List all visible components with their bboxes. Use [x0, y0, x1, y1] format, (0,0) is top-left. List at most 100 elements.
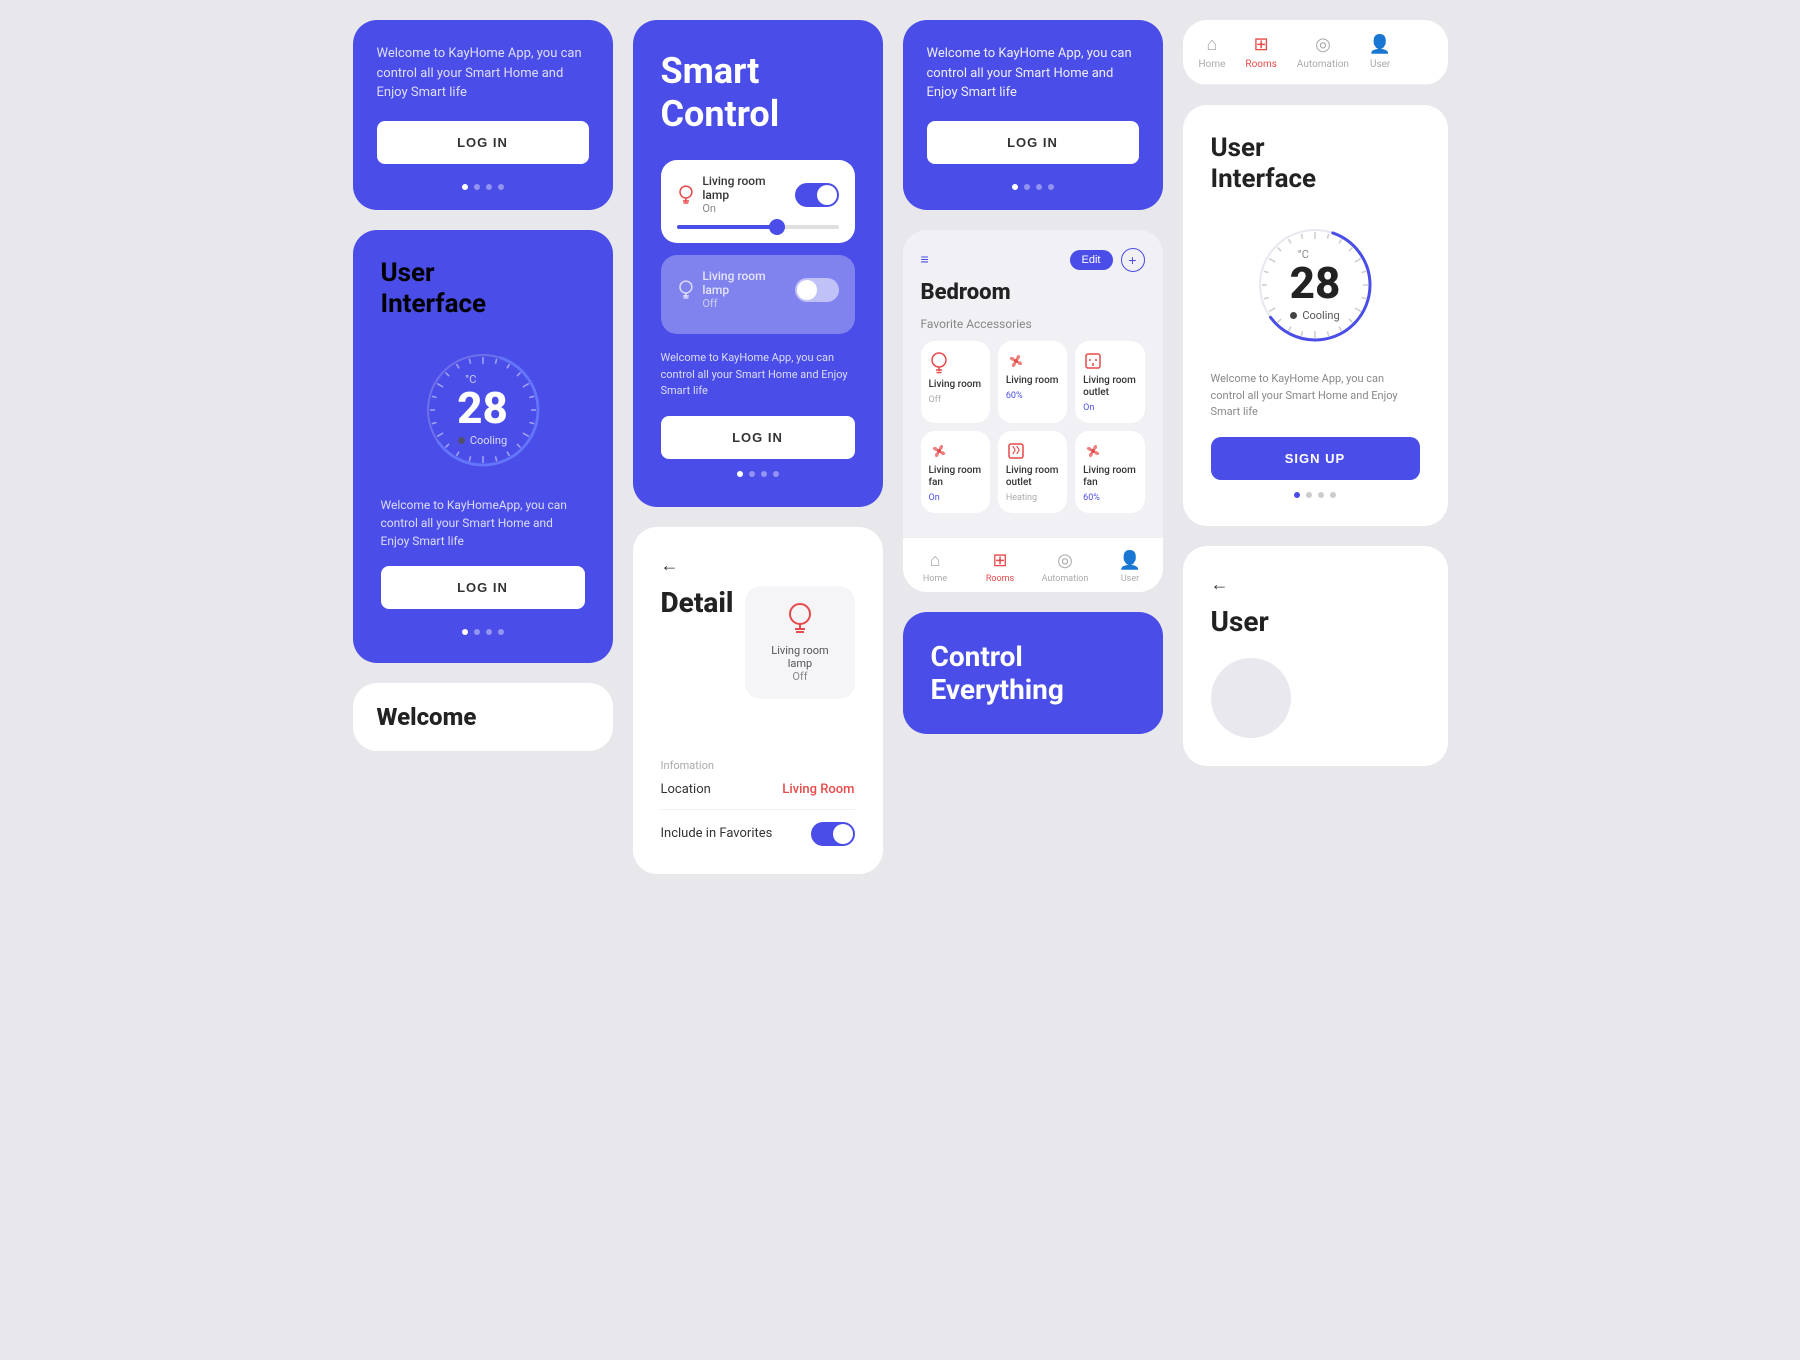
edit-button[interactable]: Edit	[1070, 250, 1113, 270]
rooms-nav-icon: ⊞	[992, 550, 1007, 571]
accessory-tile-outlet-heating[interactable]: Living room outlet Heating	[998, 431, 1067, 513]
dot	[1330, 492, 1336, 498]
slider-fill	[677, 225, 774, 229]
user-back-card: ← User	[1183, 546, 1448, 766]
acc-fan-icon-3	[1083, 441, 1103, 461]
user-nav-icon: 👤	[1119, 550, 1141, 571]
favorites-row: Include in Favorites	[661, 822, 855, 846]
login-button-2[interactable]: LOG IN	[381, 566, 585, 609]
rnav-rooms[interactable]: ⊞ Rooms	[1245, 34, 1277, 70]
nav-rooms[interactable]: ⊞ Rooms	[968, 550, 1033, 584]
acc-name-6: Living room fan	[1083, 465, 1136, 489]
dot	[474, 629, 480, 635]
dots-2	[381, 629, 585, 635]
dot	[474, 184, 480, 190]
detail-back-arrow[interactable]: ←	[661, 555, 855, 576]
welcome-card-3: Welcome to KayHome App, you can control …	[903, 20, 1163, 210]
dot	[1036, 184, 1042, 190]
gauge-center: °C 28 Cooling	[457, 373, 508, 447]
control-subtitle: Everything	[931, 673, 1135, 706]
device-name-row: Living room lamp On	[677, 174, 795, 215]
smart-login-button[interactable]: LOG IN	[661, 416, 855, 459]
bedroom-card: ≡ Edit + Bedroom Favorite Accessories	[903, 230, 1163, 592]
dot	[737, 471, 743, 477]
automation-nav-icon: ◎	[1057, 550, 1073, 571]
lamp-icon-on	[677, 184, 695, 206]
right-nav: ⌂ Home ⊞ Rooms ◎ Automation 👤 User	[1183, 20, 1448, 85]
device-preview-name: Living room lamp	[761, 644, 838, 670]
smart-control-card: Smart Control Living room lamp On	[633, 20, 883, 507]
acc-lamp-icon-1	[929, 351, 949, 375]
dot	[1012, 184, 1018, 190]
login-button-3[interactable]: LOG IN	[927, 121, 1139, 164]
accessory-tile-fan-60b[interactable]: Living room fan 60%	[1075, 431, 1144, 513]
bedroom-bottom-nav: ⌂ Home ⊞ Rooms ◎ Automation 👤 User	[903, 537, 1163, 592]
info-section-label: Infomation	[661, 759, 855, 772]
nav-automation[interactable]: ◎ Automation	[1033, 550, 1098, 584]
ui-welcome-text: Welcome to KayHome App, you can control …	[1211, 371, 1420, 421]
signup-button[interactable]: SIGN UP	[1211, 437, 1420, 480]
dot	[498, 629, 504, 635]
rnav-automation-icon: ◎	[1315, 34, 1331, 55]
acc-fan-icon-1	[1006, 351, 1026, 371]
rnav-automation[interactable]: ◎ Automation	[1297, 34, 1349, 70]
login-button-1[interactable]: LOG IN	[377, 121, 589, 164]
temperature-value: 28	[457, 386, 508, 430]
rnav-home-label: Home	[1199, 59, 1226, 70]
acc-name-3: Living room outlet	[1083, 375, 1136, 399]
device-preview-status: Off	[792, 670, 807, 683]
device-preview-icon	[785, 602, 815, 638]
device-name-row-off: Living room lamp Off	[677, 269, 795, 310]
toggle-lamp-off[interactable]	[795, 278, 839, 302]
dots-1	[377, 184, 589, 190]
ui-card-white: User Interface	[1183, 105, 1448, 526]
location-row: Location Living Room	[661, 782, 855, 810]
user-interface-card-blue: User Interface	[353, 230, 613, 663]
cooling-status: Cooling	[458, 434, 507, 447]
favorites-toggle[interactable]	[811, 822, 855, 846]
smart-dots	[661, 471, 855, 477]
welcome-text-3: Welcome to KayHome App, you can control …	[927, 44, 1139, 103]
user-back-arrow[interactable]: ←	[1211, 574, 1420, 595]
acc-status-6: 60%	[1083, 493, 1136, 503]
slider-thumb[interactable]	[769, 219, 785, 235]
nav-home[interactable]: ⌂ Home	[903, 550, 968, 584]
brightness-slider[interactable]	[677, 225, 839, 229]
rnav-home[interactable]: ⌂ Home	[1199, 34, 1226, 70]
user-nav-label: User	[1121, 574, 1139, 584]
welcome-big-text: Welcome	[377, 703, 477, 731]
status-dot-white	[1290, 312, 1297, 319]
accessory-tile-lamp-off[interactable]: Living room Off	[921, 341, 990, 423]
user-avatar	[1211, 658, 1291, 738]
bedroom-title: Bedroom	[921, 280, 1145, 305]
temperature-gauge: °C 28 Cooling	[381, 340, 585, 480]
smart-control-title: Smart Control	[661, 50, 855, 136]
welcome-text-1: Welcome to KayHome App, you can control …	[377, 44, 589, 103]
dot	[1294, 492, 1300, 498]
lamp-icon-off	[677, 279, 695, 301]
accessory-tile-fan-60[interactable]: Living room 60%	[998, 341, 1067, 423]
dot	[498, 184, 504, 190]
nav-user[interactable]: 👤 User	[1098, 550, 1163, 584]
rnav-user[interactable]: 👤 User	[1369, 34, 1391, 70]
device-preview: Living room lamp Off	[745, 586, 854, 699]
cooling-status-white: Cooling	[1290, 309, 1339, 322]
bedroom-content: ≡ Edit + Bedroom Favorite Accessories	[903, 230, 1163, 537]
accessory-tile-outlet-on[interactable]: Living room outlet On	[1075, 341, 1144, 423]
dot	[486, 629, 492, 635]
device-name-off: Living room lamp	[702, 269, 794, 297]
dot	[462, 184, 468, 190]
accessories-grid: Living room Off Living room 60%	[921, 341, 1145, 513]
toggle-lamp-on[interactable]	[795, 183, 839, 207]
dot	[462, 629, 468, 635]
add-button[interactable]: +	[1121, 248, 1145, 272]
location-key: Location	[661, 782, 711, 797]
welcome-bottom-card: Welcome	[353, 683, 613, 751]
temp-value-white: 28	[1290, 261, 1341, 305]
favorites-label: Favorite Accessories	[921, 317, 1145, 331]
device-item-lamp-off: Living room lamp Off	[661, 255, 855, 334]
accessory-tile-fan-on[interactable]: Living room fan On	[921, 431, 990, 513]
dot	[749, 471, 755, 477]
location-value: Living Room	[782, 782, 854, 797]
user-title: User	[1211, 605, 1420, 638]
